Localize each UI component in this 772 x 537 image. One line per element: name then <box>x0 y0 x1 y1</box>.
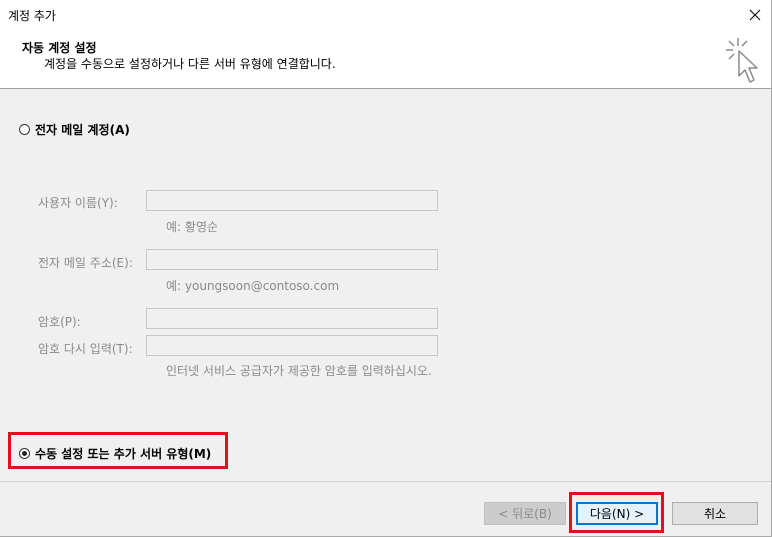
title-bar: 계정 추가 <box>0 0 771 30</box>
cancel-button[interactable]: 취소 <box>672 502 758 525</box>
name-hint: 예: 황영순 <box>166 220 219 234</box>
email-field[interactable] <box>146 249 438 270</box>
content-area <box>0 89 771 480</box>
manual-setup-option[interactable]: 수동 설정 또는 추가 서버 유형(M) <box>19 445 211 462</box>
cursor-click-icon <box>726 38 758 83</box>
password-label: 암호(P): <box>38 315 81 329</box>
email-hint: 예: youngsoon@contoso.com <box>166 279 340 293</box>
password-hint: 인터넷 서비스 공급자가 제공한 암호를 입력하십시오. <box>166 364 432 378</box>
next-button[interactable]: 다음(N) > <box>576 502 658 525</box>
back-button[interactable]: < 뒤로(B) <box>484 502 566 525</box>
email-account-option[interactable]: 전자 메일 계정(A) <box>19 121 130 138</box>
footer-divider <box>0 481 771 482</box>
close-icon <box>749 9 761 21</box>
header-title: 자동 계정 설정 <box>22 41 97 55</box>
header-subtitle: 계정을 수동으로 설정하거나 다른 서버 유형에 연결합니다. <box>44 57 336 71</box>
close-button[interactable] <box>739 0 771 30</box>
password-confirm-field[interactable] <box>146 335 438 356</box>
email-account-radio[interactable] <box>19 124 30 135</box>
email-label: 전자 메일 주소(E): <box>38 256 133 270</box>
password-confirm-label: 암호 다시 입력(T): <box>38 342 133 356</box>
email-account-label: 전자 메일 계정(A) <box>35 123 130 137</box>
manual-setup-label: 수동 설정 또는 추가 서버 유형(M) <box>35 447 212 461</box>
dialog-header: 자동 계정 설정 계정을 수동으로 설정하거나 다른 서버 유형에 연결합니다. <box>0 30 771 88</box>
add-account-dialog: 계정 추가 자동 계정 설정 계정을 수동으로 설정하거나 다른 서버 유형에 … <box>0 0 772 537</box>
name-label: 사용자 이름(Y): <box>38 196 118 210</box>
window-title: 계정 추가 <box>8 9 56 23</box>
manual-setup-radio[interactable] <box>19 448 30 459</box>
password-field[interactable] <box>146 308 438 329</box>
name-field[interactable] <box>146 190 438 211</box>
